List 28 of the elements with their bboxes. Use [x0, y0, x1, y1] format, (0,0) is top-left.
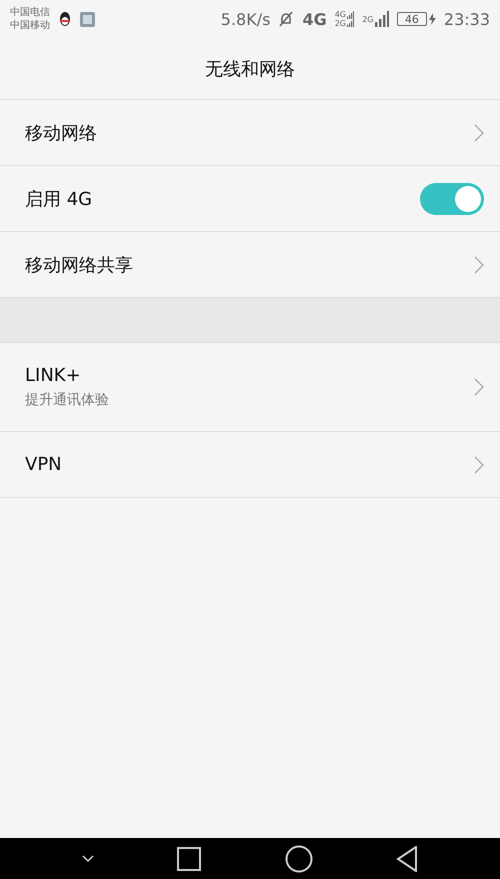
- image-icon: [80, 12, 95, 26]
- setting-label: 移动网络共享: [25, 254, 134, 276]
- page-title: 无线和网络: [205, 58, 295, 80]
- network-type: 4G: [302, 10, 327, 28]
- sim-type: 2G: [334, 19, 346, 28]
- chevron-down-icon[interactable]: [82, 855, 94, 862]
- setting-label: 启用 4G: [25, 188, 94, 210]
- sim-type: 4G: [334, 10, 346, 19]
- setting-description: 提升通讯体验: [25, 391, 110, 409]
- home-icon[interactable]: [284, 844, 313, 872]
- chevron-right-icon: [474, 124, 484, 142]
- recent-apps-icon[interactable]: [177, 846, 202, 870]
- chevron-right-icon: [474, 378, 484, 396]
- chevron-right-icon: [474, 256, 484, 274]
- sim-type: 2G: [362, 14, 374, 24]
- network-speed: 5.8K/s: [220, 10, 270, 28]
- carrier-name: 中国移动: [10, 19, 50, 32]
- clock: 23:33: [444, 10, 490, 28]
- toggle-switch[interactable]: [420, 182, 484, 214]
- setting-label: VPN: [25, 454, 63, 475]
- back-icon[interactable]: [396, 846, 418, 872]
- battery-icon: 46: [396, 12, 427, 26]
- charging-icon: [428, 13, 436, 25]
- signal-icon: [374, 11, 389, 27]
- chevron-right-icon: [474, 456, 484, 474]
- setting-label: 移动网络: [25, 122, 98, 144]
- carrier-name: 中国电信: [10, 6, 50, 19]
- setting-label: LINK+: [25, 365, 82, 386]
